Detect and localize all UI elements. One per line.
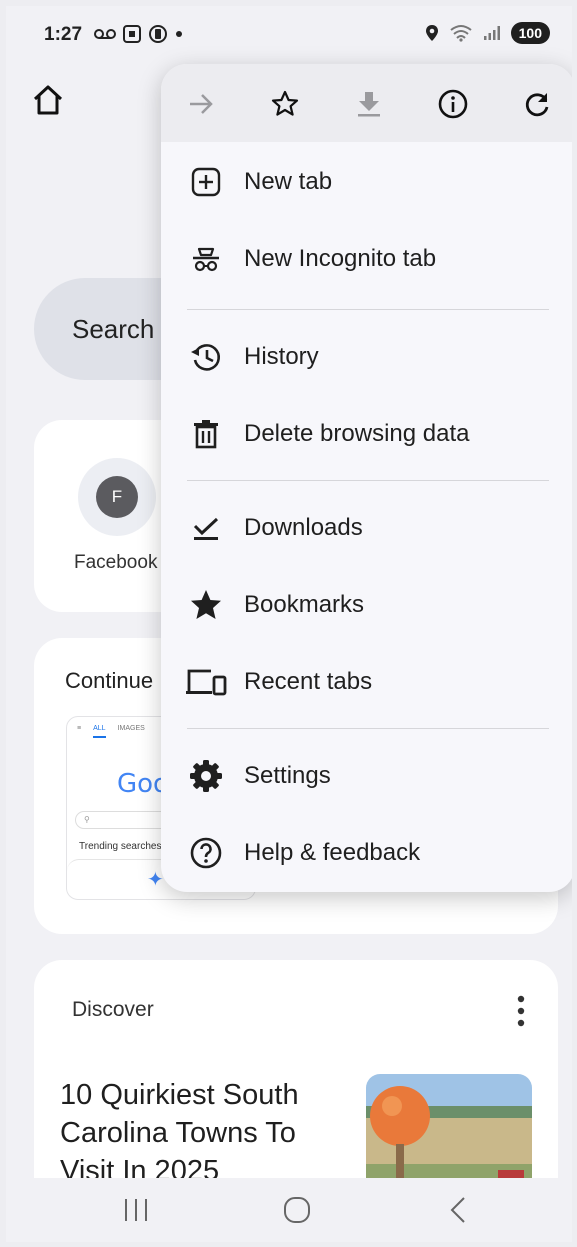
menu-item-history[interactable]: History (161, 322, 572, 392)
home-nav-icon[interactable] (277, 1194, 317, 1226)
downloads-icon (189, 511, 223, 545)
info-icon (438, 89, 468, 119)
incognito-icon (189, 242, 223, 276)
thumbnail-tabs: ≡ ALL IMAGES (77, 725, 145, 738)
status-time: 1:27 (44, 24, 83, 45)
menu-item-new-tab[interactable]: New tab (161, 147, 572, 217)
menu-divider (187, 309, 549, 310)
forward-icon (190, 94, 213, 114)
wifi-icon (450, 25, 472, 42)
voicemail-icon (94, 29, 116, 39)
article-title[interactable]: 10 Quirkiest South Carolina Towns To Vis… (60, 1076, 340, 1190)
thumbnail-tab-all: ALL (93, 725, 106, 738)
menu-item-label: Delete browsing data (244, 420, 470, 447)
back-icon[interactable] (438, 1194, 478, 1226)
new-tab-icon (189, 165, 223, 199)
menu-item-downloads[interactable]: Downloads (161, 493, 572, 563)
navigation-bar (6, 1178, 572, 1242)
menu-item-label: Downloads (244, 514, 363, 541)
page-info-button[interactable] (433, 84, 473, 124)
menu-item-help-feedback[interactable]: Help & feedback (161, 818, 572, 888)
gear-icon (189, 759, 223, 793)
reload-button[interactable] (517, 84, 557, 124)
more-vert-icon[interactable] (516, 994, 526, 1028)
continue-title: Continue (65, 668, 154, 693)
forward-button[interactable] (181, 84, 221, 124)
location-icon (425, 25, 438, 41)
help-icon (189, 836, 223, 870)
shortcut-avatar: F (96, 476, 138, 518)
menu-item-label: History (244, 343, 319, 370)
status-bar: 1:27 100 (6, 6, 572, 64)
menu-divider (187, 728, 549, 729)
overflow-menu: New tab New Incognito tab History Delete… (161, 64, 572, 892)
trash-icon (189, 417, 223, 451)
thumbnail-tab-images: IMAGES (117, 725, 145, 732)
article-image[interactable] (366, 1074, 532, 1194)
media-icon (149, 25, 167, 43)
search-placeholder: Search (72, 314, 155, 344)
status-left-icons (94, 24, 184, 44)
thumbnail-menu-icon: ≡ (77, 725, 82, 732)
menu-item-label: New Incognito tab (244, 245, 437, 272)
menu-item-label: Settings (244, 762, 331, 789)
menu-divider (187, 480, 549, 481)
star-icon (189, 588, 223, 622)
menu-item-recent-tabs[interactable]: Recent tabs (161, 647, 572, 717)
recent-apps-icon[interactable] (116, 1194, 156, 1226)
devices-icon (185, 665, 227, 699)
menu-item-label: New tab (244, 168, 333, 195)
battery-indicator: 100 (510, 22, 550, 44)
thumbnail-trending: Trending searches (79, 841, 162, 852)
bookmark-star-button[interactable] (265, 84, 305, 124)
download-icon (358, 92, 380, 117)
menu-item-label: Help & feedback (244, 839, 421, 866)
dot-icon (176, 31, 182, 37)
shortcut-label: Facebook (74, 552, 158, 573)
screenshot-icon (123, 25, 141, 43)
status-right-icons: 100 (425, 22, 550, 44)
discover-label: Discover (72, 998, 154, 1021)
menu-item-label: Bookmarks (244, 591, 365, 618)
history-icon (189, 340, 223, 374)
menu-item-bookmarks[interactable]: Bookmarks (161, 570, 572, 640)
signal-icon (483, 26, 500, 40)
download-button[interactable] (349, 84, 389, 124)
menu-toolbar (161, 64, 572, 142)
menu-item-settings[interactable]: Settings (161, 741, 572, 811)
bookmark-star-icon (271, 90, 299, 116)
menu-item-delete-browsing-data[interactable]: Delete browsing data (161, 399, 572, 469)
reload-icon (525, 93, 549, 117)
menu-item-new-incognito-tab[interactable]: New Incognito tab (161, 224, 572, 294)
screen: 1:27 100 Search F Facebook Continue ≡ AL (6, 6, 572, 1242)
home-icon[interactable] (30, 82, 66, 118)
menu-item-label: Recent tabs (244, 668, 373, 695)
